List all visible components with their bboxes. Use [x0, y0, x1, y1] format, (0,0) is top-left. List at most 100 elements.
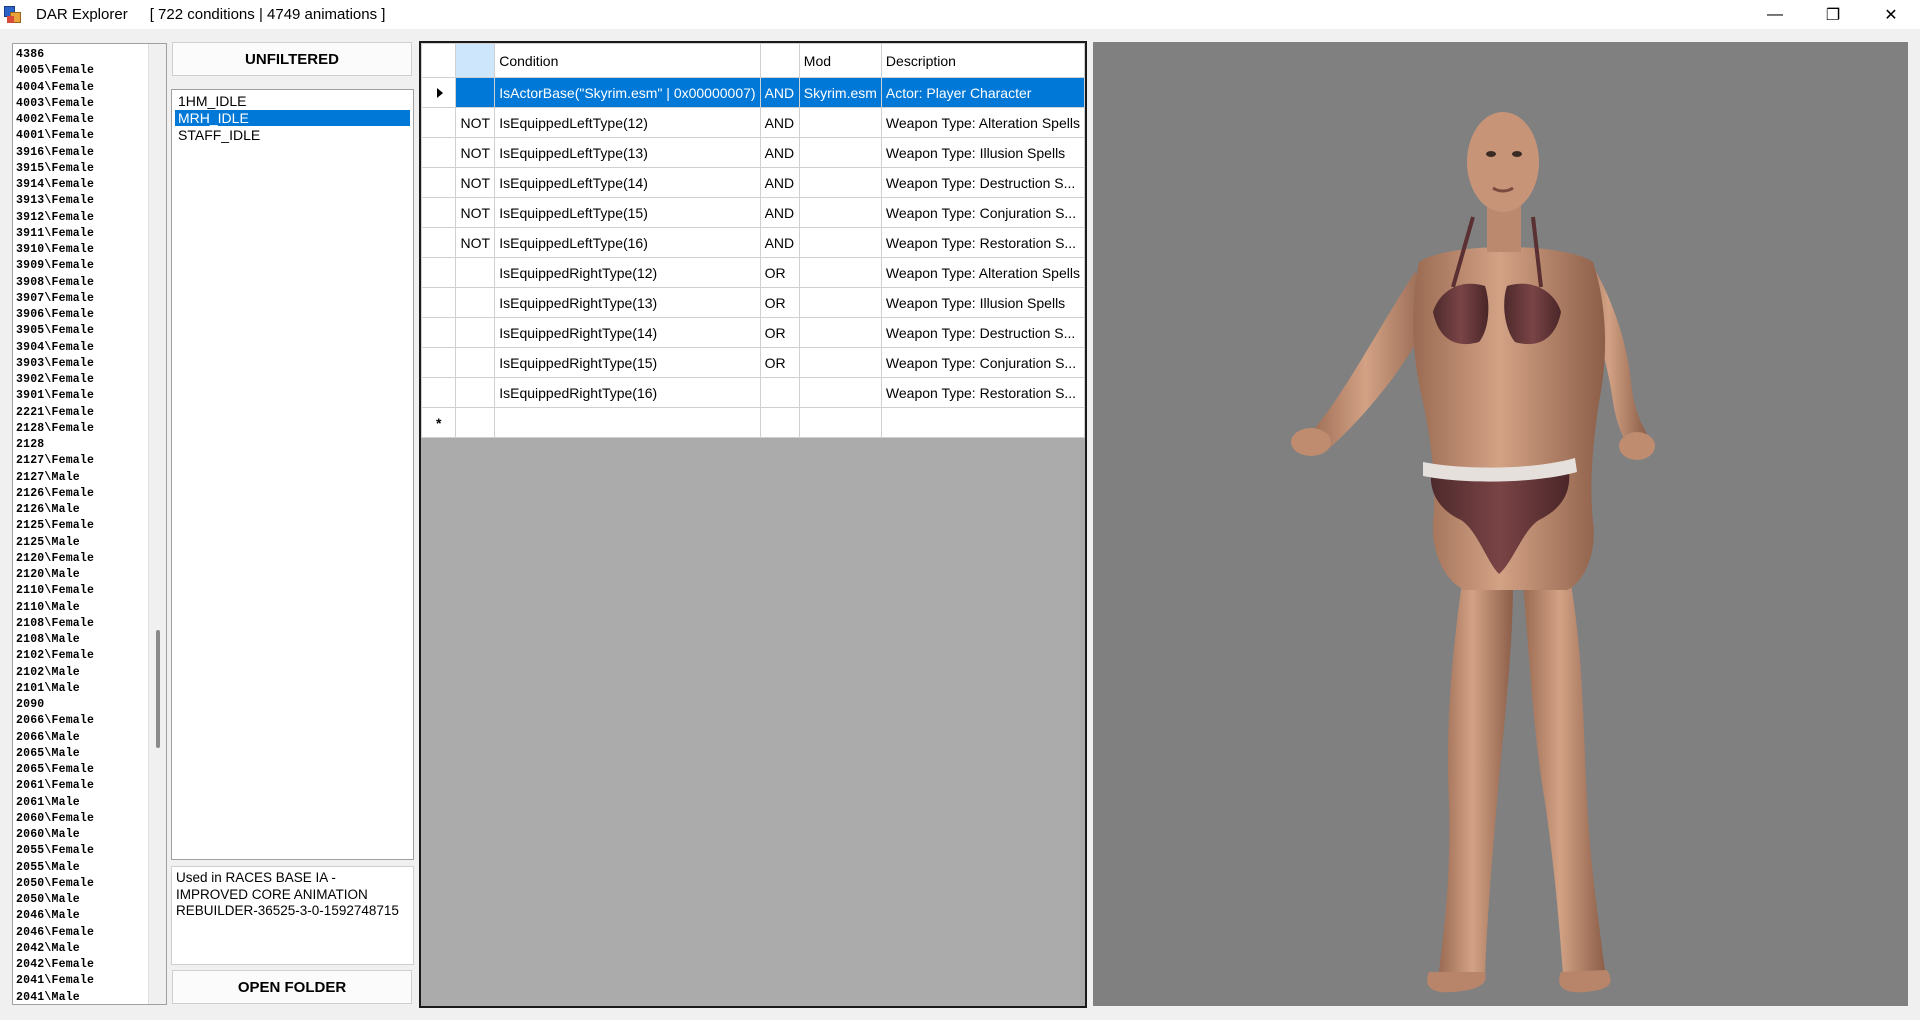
mod-cell[interactable] — [798, 377, 882, 408]
folder-list-item[interactable]: 3913\Female — [16, 193, 146, 209]
description-cell[interactable]: Weapon Type: Restoration S... — [880, 227, 1086, 258]
condition-row[interactable]: IsEquippedRightType(16) Weapon Type: Rest… — [420, 377, 1086, 408]
folder-list-item[interactable]: 2110\Female — [16, 583, 146, 599]
folder-list-item[interactable]: 4001\Female — [16, 128, 146, 144]
row-header[interactable] — [420, 137, 457, 168]
operator-cell[interactable]: OR — [759, 287, 800, 318]
folder-list-item[interactable]: 2042\Female — [16, 957, 146, 973]
folder-list-item[interactable]: 2041\Female — [16, 973, 146, 989]
condition-row[interactable]: IsEquippedRightType(12) OR Weapon Type: Al… — [420, 257, 1086, 288]
new-condition-row[interactable]: * — [420, 407, 1086, 438]
negation-cell[interactable]: NOT — [455, 197, 496, 228]
folder-list-item[interactable]: 3902\Female — [16, 372, 146, 388]
mod-cell[interactable] — [798, 227, 882, 258]
folder-list-item[interactable]: 2041\Male — [16, 990, 146, 1005]
row-header[interactable] — [420, 227, 457, 258]
animation-preview-viewport[interactable] — [1093, 42, 1908, 1006]
row-header[interactable] — [420, 257, 457, 288]
folder-list-item[interactable]: 3908\Female — [16, 275, 146, 291]
operator-cell[interactable]: AND — [759, 197, 800, 228]
operator-cell[interactable]: AND — [759, 167, 800, 198]
animation-folder-list[interactable]: 4386 4005\Female 4004\Female 4003\Female 400… — [12, 43, 167, 1005]
folder-list-item[interactable]: 2108\Female — [16, 616, 146, 632]
folder-list-item[interactable]: 2042\Male — [16, 941, 146, 957]
condition-cell[interactable]: IsEquippedLeftType(15) — [494, 197, 761, 228]
condition-cell[interactable]: IsEquippedLeftType(13) — [494, 137, 761, 168]
folder-list-item[interactable]: 2055\Male — [16, 860, 146, 876]
description-cell[interactable]: Weapon Type: Restoration S... — [880, 377, 1086, 408]
negation-cell[interactable] — [455, 257, 496, 288]
folder-list-item[interactable]: 2061\Male — [16, 795, 146, 811]
row-header[interactable] — [420, 347, 457, 378]
condition-row[interactable]: NOT IsEquippedLeftType(12) AND Weapon Type:… — [420, 107, 1086, 138]
negation-cell[interactable] — [455, 287, 496, 318]
idle-list-item[interactable]: MRH_IDLE — [175, 110, 410, 126]
folder-list-item[interactable]: 2060\Female — [16, 811, 146, 827]
folder-list-item[interactable]: 2061\Female — [16, 778, 146, 794]
condition-cell[interactable]: IsEquippedLeftType(14) — [494, 167, 761, 198]
condition-cell[interactable]: IsEquippedRightType(12) — [494, 257, 761, 288]
column-header-operator[interactable] — [759, 43, 800, 78]
condition-cell[interactable]: IsEquippedLeftType(16) — [494, 227, 761, 258]
negation-cell[interactable]: NOT — [455, 137, 496, 168]
condition-row[interactable]: NOT IsEquippedLeftType(16) AND Weapon Type:… — [420, 227, 1086, 258]
mod-cell[interactable]: Skyrim.esm — [798, 77, 882, 108]
condition-cell[interactable]: IsEquippedRightType(14) — [494, 317, 761, 348]
folder-list-item[interactable]: 2125\Female — [16, 518, 146, 534]
operator-cell[interactable]: OR — [759, 347, 800, 378]
row-header[interactable] — [420, 107, 457, 138]
folder-list-item[interactable]: 2110\Male — [16, 600, 146, 616]
description-cell[interactable]: Actor: Player Character — [880, 77, 1086, 108]
folder-list-item[interactable]: 2065\Male — [16, 746, 146, 762]
folder-list-item[interactable]: 2128 — [16, 437, 146, 453]
folder-list-item[interactable]: 2120\Male — [16, 567, 146, 583]
unfiltered-button[interactable]: UNFILTERED — [172, 42, 412, 76]
folder-list-item[interactable]: 3914\Female — [16, 177, 146, 193]
folder-list-item[interactable]: 2126\Male — [16, 502, 146, 518]
idle-list[interactable]: 1HM_IDLE MRH_IDLE STAFF_IDLE — [171, 89, 414, 860]
scrollbar-thumb[interactable] — [156, 630, 160, 748]
folder-list-item[interactable]: 2066\Male — [16, 730, 146, 746]
folder-list-item[interactable]: 4002\Female — [16, 112, 146, 128]
folder-list-item[interactable]: 2127\Female — [16, 453, 146, 469]
folder-list-item[interactable]: 2050\Male — [16, 892, 146, 908]
row-header[interactable] — [420, 377, 457, 408]
minimize-button[interactable]: — — [1746, 0, 1804, 29]
operator-cell[interactable]: AND — [759, 137, 800, 168]
folder-list-item[interactable]: 3901\Female — [16, 388, 146, 404]
operator-cell[interactable] — [759, 377, 800, 408]
folder-list-item[interactable]: 2046\Female — [16, 925, 146, 941]
folder-list-item[interactable]: 2101\Male — [16, 681, 146, 697]
description-cell[interactable]: Weapon Type: Alteration Spells — [880, 257, 1086, 288]
condition-row[interactable]: NOT IsEquippedLeftType(14) AND Weapon Type:… — [420, 167, 1086, 198]
folder-list-item[interactable]: 3912\Female — [16, 210, 146, 226]
condition-cell[interactable]: IsEquippedLeftType(12) — [494, 107, 761, 138]
operator-cell[interactable]: AND — [759, 77, 800, 108]
folder-list-item[interactable]: 4386 — [16, 47, 146, 63]
folder-list-item[interactable]: 2102\Female — [16, 648, 146, 664]
operator-cell[interactable]: OR — [759, 317, 800, 348]
folder-list-item[interactable]: 2090 — [16, 697, 146, 713]
operator-cell[interactable]: OR — [759, 257, 800, 288]
description-cell[interactable]: Weapon Type: Illusion Spells — [880, 137, 1086, 168]
close-button[interactable]: ✕ — [1862, 0, 1920, 29]
folder-list-scrollbar[interactable] — [148, 44, 166, 1004]
negation-cell[interactable]: NOT — [455, 107, 496, 138]
condition-row[interactable]: NOT IsEquippedLeftType(15) AND Weapon Type:… — [420, 197, 1086, 228]
folder-list-item[interactable]: 3910\Female — [16, 242, 146, 258]
description-cell[interactable]: Weapon Type: Destruction S... — [880, 317, 1086, 348]
folder-list-item[interactable]: 4004\Female — [16, 80, 146, 96]
description-cell[interactable]: Weapon Type: Alteration Spells — [880, 107, 1086, 138]
conditions-grid[interactable]: Condition Mod Description IsActorBase("S… — [419, 41, 1087, 1008]
folder-list-item[interactable]: 2221\Female — [16, 405, 146, 421]
row-header[interactable] — [420, 167, 457, 198]
mod-cell[interactable] — [798, 347, 882, 378]
description-cell[interactable]: Weapon Type: Conjuration S... — [880, 197, 1086, 228]
empty-cell[interactable] — [880, 407, 1086, 438]
condition-row[interactable]: IsEquippedRightType(14) OR Weapon Type: De… — [420, 317, 1086, 348]
folder-list-item[interactable]: 2060\Male — [16, 827, 146, 843]
column-header-condition[interactable]: Condition — [494, 43, 761, 78]
condition-cell[interactable]: IsEquippedRightType(16) — [494, 377, 761, 408]
folder-list-item[interactable]: 2055\Female — [16, 843, 146, 859]
operator-cell[interactable]: AND — [759, 227, 800, 258]
